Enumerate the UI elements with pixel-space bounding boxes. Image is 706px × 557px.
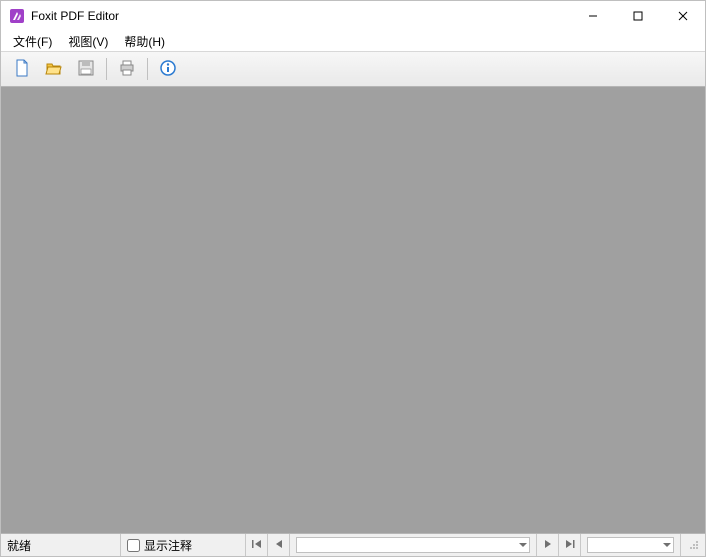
last-page-button[interactable] [559,534,581,556]
new-file-button[interactable] [7,55,37,83]
maximize-button[interactable] [615,1,660,31]
document-area[interactable] [1,87,705,534]
menubar: 文件(F) 视图(V) 帮助(H) [1,31,705,52]
save-icon [77,59,95,80]
app-window: Foxit PDF Editor 文件(F) 视图(V) 帮助(H) [0,0,706,557]
minimize-button[interactable] [570,1,615,31]
close-button[interactable] [660,1,705,31]
window-controls [570,1,705,31]
app-icon [9,8,25,24]
page-combo[interactable] [296,537,530,553]
menu-view[interactable]: 视图(V) [60,31,116,52]
last-page-icon [564,538,576,553]
save-button[interactable] [71,55,101,83]
window-title: Foxit PDF Editor [31,9,119,23]
print-button[interactable] [112,55,142,83]
open-folder-icon [45,59,63,80]
chevron-down-icon [663,538,671,552]
statusbar: 就绪 显示注释 [1,534,705,556]
titlebar[interactable]: Foxit PDF Editor [1,1,705,31]
print-icon [118,59,136,80]
resize-grip[interactable] [681,534,705,556]
toolbar-separator [106,58,107,80]
next-page-icon [542,538,554,553]
show-annotations-cell: 显示注释 [121,534,246,556]
prev-page-button[interactable] [268,534,290,556]
open-button[interactable] [39,55,69,83]
menu-file[interactable]: 文件(F) [5,31,60,52]
status-ready-label: 就绪 [7,537,31,554]
status-ready: 就绪 [1,534,121,556]
show-annotations-checkbox[interactable] [127,539,140,552]
prev-page-icon [273,538,285,553]
zoom-selector[interactable] [581,534,681,556]
first-page-icon [251,538,263,553]
first-page-button[interactable] [246,534,268,556]
about-button[interactable] [153,55,183,83]
toolbar-separator [147,58,148,80]
next-page-button[interactable] [537,534,559,556]
info-icon [159,59,177,80]
menu-help[interactable]: 帮助(H) [116,31,173,52]
page-selector[interactable] [290,534,537,556]
zoom-combo[interactable] [587,537,674,553]
new-file-icon [13,59,31,80]
resize-grip-icon [687,538,699,553]
chevron-down-icon [519,538,527,552]
show-annotations-label: 显示注释 [144,537,192,554]
toolbar [1,52,705,87]
